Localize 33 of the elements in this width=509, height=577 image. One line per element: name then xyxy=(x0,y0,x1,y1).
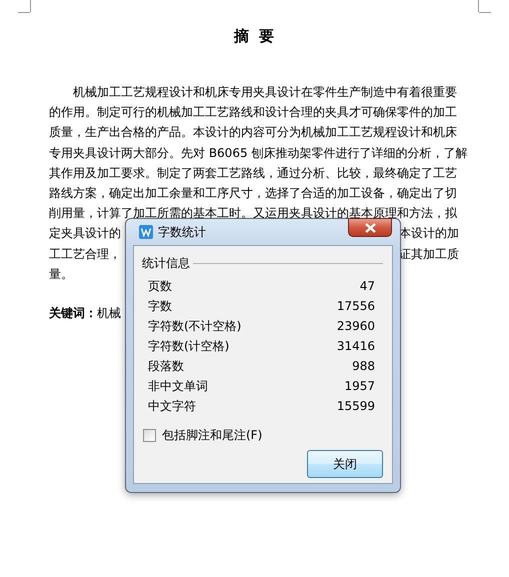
stat-value: 47 xyxy=(360,278,375,295)
body-text: 路线方案，确定出加工余量和工序尺寸，选择了合适的加工设备，确定出了切 xyxy=(49,184,457,202)
stat-value: 1957 xyxy=(344,378,375,395)
dialog-title: 字数统计 xyxy=(158,224,206,241)
stat-value: 15599 xyxy=(336,398,375,415)
close-icon xyxy=(364,222,376,232)
body-text: 定夹具设计的 xyxy=(49,225,121,242)
stat-label: 字符数(不计空格) xyxy=(148,318,242,335)
stat-label: 字数 xyxy=(148,298,172,315)
stat-label: 非中文单词 xyxy=(148,378,208,395)
checkbox-label: 包括脚注和尾注(F) xyxy=(162,427,262,444)
body-text: 其作用及加工要求。制定了两套工艺路线，通过分析、比较，最终确定了工艺 xyxy=(49,164,457,182)
keywords-text: 关键词：机械 xyxy=(49,306,121,320)
heading: 摘 要 xyxy=(232,27,276,45)
stat-value: 31416 xyxy=(336,338,375,355)
body-text: 工工艺合理， xyxy=(49,246,121,262)
body-text: 的作用。制定可行的机械加工工艺路线和设计合理的夹具才可确保零件的加工 xyxy=(49,104,457,122)
body-text: 机械加工工艺规程设计和机床专用夹具设计在零件生产制造中有着很重要 xyxy=(72,84,457,101)
stat-value: 17556 xyxy=(336,298,375,315)
close-dialog-button[interactable]: 关闭 xyxy=(307,450,383,478)
stat-label: 字符数(计空格) xyxy=(148,338,230,355)
body-text: 质量，生产出合格的产品。本设计的内容可分为机械加工工艺规程设计和机床 xyxy=(49,124,457,142)
stat-label: 段落数 xyxy=(148,358,184,375)
stat-value: 23960 xyxy=(336,318,375,335)
stat-label: 页数 xyxy=(148,278,172,295)
stat-value: 988 xyxy=(352,358,375,375)
app-icon xyxy=(139,225,153,239)
stat-label: 中文字符 xyxy=(148,398,196,415)
body-text: 量。 xyxy=(49,266,73,283)
checkbox[interactable] xyxy=(143,428,156,442)
body-text: 专用夹具设计两大部分。先对 B6065 刨床推动架零件进行了详细的分析，了解 xyxy=(49,144,468,162)
close-button[interactable] xyxy=(348,218,392,237)
group-label: 统计信息 xyxy=(142,255,190,272)
